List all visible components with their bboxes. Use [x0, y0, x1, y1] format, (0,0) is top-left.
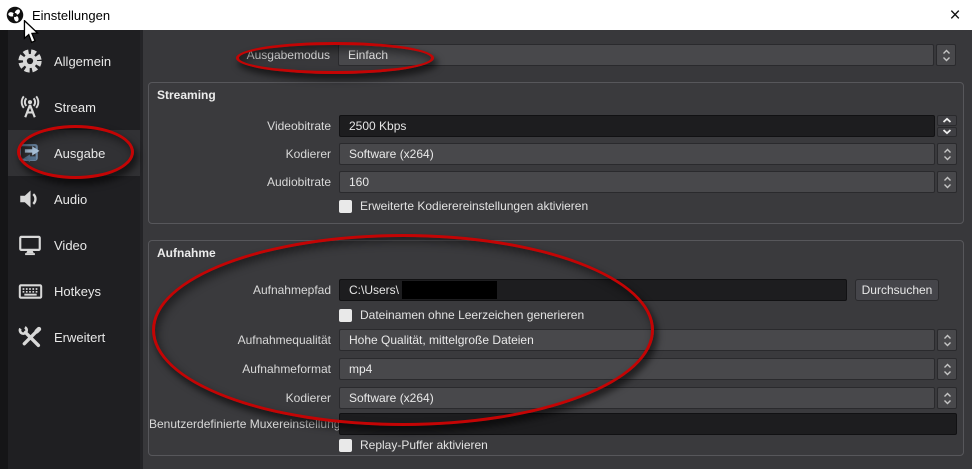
obs-settings-window: Einstellungen × Allgemein — [0, 0, 972, 469]
replay-buffer-checkbox-row[interactable]: Replay-Puffer aktivieren — [339, 438, 488, 452]
video-bitrate-spinbox[interactable]: 2500 Kbps — [339, 115, 935, 137]
output-mode-label: Ausgabemodus — [144, 44, 330, 66]
titlebar: Einstellungen × — [0, 0, 972, 30]
chevron-updown-icon[interactable] — [937, 387, 957, 409]
window-title: Einstellungen — [32, 8, 110, 23]
recording-group-title: Aufnahme — [157, 246, 216, 260]
chevron-updown-icon[interactable] — [937, 329, 957, 351]
sidebar-item-hotkeys[interactable]: Hotkeys — [8, 268, 140, 314]
sidebar-item-stream[interactable]: Stream — [8, 84, 140, 130]
sidebar-divider — [140, 30, 143, 469]
muxer-settings-label: Benutzerdefinierte Muxereinstellungen — [149, 413, 331, 435]
settings-sidebar: Allgemein Stream — [8, 30, 140, 469]
output-arrows-icon — [12, 130, 48, 176]
no-space-checkbox-row[interactable]: Dateinamen ohne Leerzeichen generieren — [339, 308, 584, 322]
advanced-encoder-checkbox[interactable] — [339, 200, 352, 213]
sidebar-item-allgemein[interactable]: Allgemein — [8, 38, 140, 84]
video-bitrate-spin-buttons[interactable] — [937, 115, 957, 137]
advanced-encoder-checkbox-label: Erweiterte Kodierereinstellungen aktivie… — [360, 199, 588, 213]
recording-format-combobox[interactable]: mp4 — [339, 358, 957, 380]
replay-buffer-checkbox[interactable] — [339, 439, 352, 452]
output-mode-value: Einfach — [338, 44, 934, 66]
audio-bitrate-combobox[interactable]: 160 — [339, 171, 957, 193]
recording-quality-label: Aufnahmequalität — [149, 329, 331, 351]
audio-bitrate-value: 160 — [339, 171, 935, 193]
chevron-updown-icon[interactable] — [937, 171, 957, 193]
sidebar-item-ausgabe[interactable]: Ausgabe — [8, 130, 140, 176]
antenna-icon — [12, 84, 48, 130]
recording-group: Aufnahme Aufnahmepfad Durchsuchen Datein… — [148, 240, 964, 456]
output-mode-combobox[interactable]: Einfach — [338, 44, 956, 66]
sidebar-item-audio[interactable]: Audio — [8, 176, 140, 222]
chevron-updown-icon[interactable] — [937, 143, 957, 165]
audio-bitrate-label: Audiobitrate — [149, 171, 331, 193]
recording-encoder-label: Kodierer — [149, 387, 331, 409]
advanced-encoder-checkbox-row[interactable]: Erweiterte Kodierereinstellungen aktivie… — [339, 199, 588, 213]
redaction-box — [402, 281, 497, 299]
replay-buffer-checkbox-label: Replay-Puffer aktivieren — [360, 438, 488, 452]
window-left-gutter — [0, 30, 8, 469]
streaming-group-title: Streaming — [157, 88, 216, 102]
recording-path-label: Aufnahmepfad — [149, 279, 331, 301]
no-space-checkbox-label: Dateinamen ohne Leerzeichen generieren — [360, 308, 584, 322]
stream-encoder-value: Software (x264) — [339, 143, 935, 165]
chevron-updown-icon[interactable] — [936, 44, 956, 66]
streaming-group: Streaming Videobitrate 2500 Kbps Kodiere… — [148, 82, 964, 224]
recording-encoder-combobox[interactable]: Software (x264) — [339, 387, 957, 409]
speaker-icon — [12, 176, 48, 222]
stream-encoder-label: Kodierer — [149, 143, 331, 165]
obs-logo-icon — [6, 6, 24, 24]
gear-icon — [12, 38, 48, 84]
browse-button[interactable]: Durchsuchen — [855, 279, 939, 301]
recording-quality-combobox[interactable]: Hohe Qualität, mittelgroße Dateien — [339, 329, 957, 351]
monitor-icon — [12, 222, 48, 268]
recording-quality-value: Hohe Qualität, mittelgroße Dateien — [339, 329, 935, 351]
chevron-down-icon[interactable] — [937, 127, 957, 138]
video-bitrate-label: Videobitrate — [149, 115, 331, 137]
chevron-up-icon[interactable] — [937, 115, 957, 126]
stream-encoder-combobox[interactable]: Software (x264) — [339, 143, 957, 165]
recording-encoder-value: Software (x264) — [339, 387, 935, 409]
muxer-settings-input[interactable] — [339, 413, 957, 435]
close-icon[interactable]: × — [940, 0, 970, 30]
sidebar-item-video[interactable]: Video — [8, 222, 140, 268]
chevron-updown-icon[interactable] — [937, 358, 957, 380]
tools-icon — [12, 314, 48, 360]
keyboard-icon — [12, 268, 48, 314]
recording-format-value: mp4 — [339, 358, 935, 380]
no-space-checkbox[interactable] — [339, 309, 352, 322]
recording-format-label: Aufnahmeformat — [149, 358, 331, 380]
sidebar-item-erweitert[interactable]: Erweitert — [8, 314, 140, 360]
